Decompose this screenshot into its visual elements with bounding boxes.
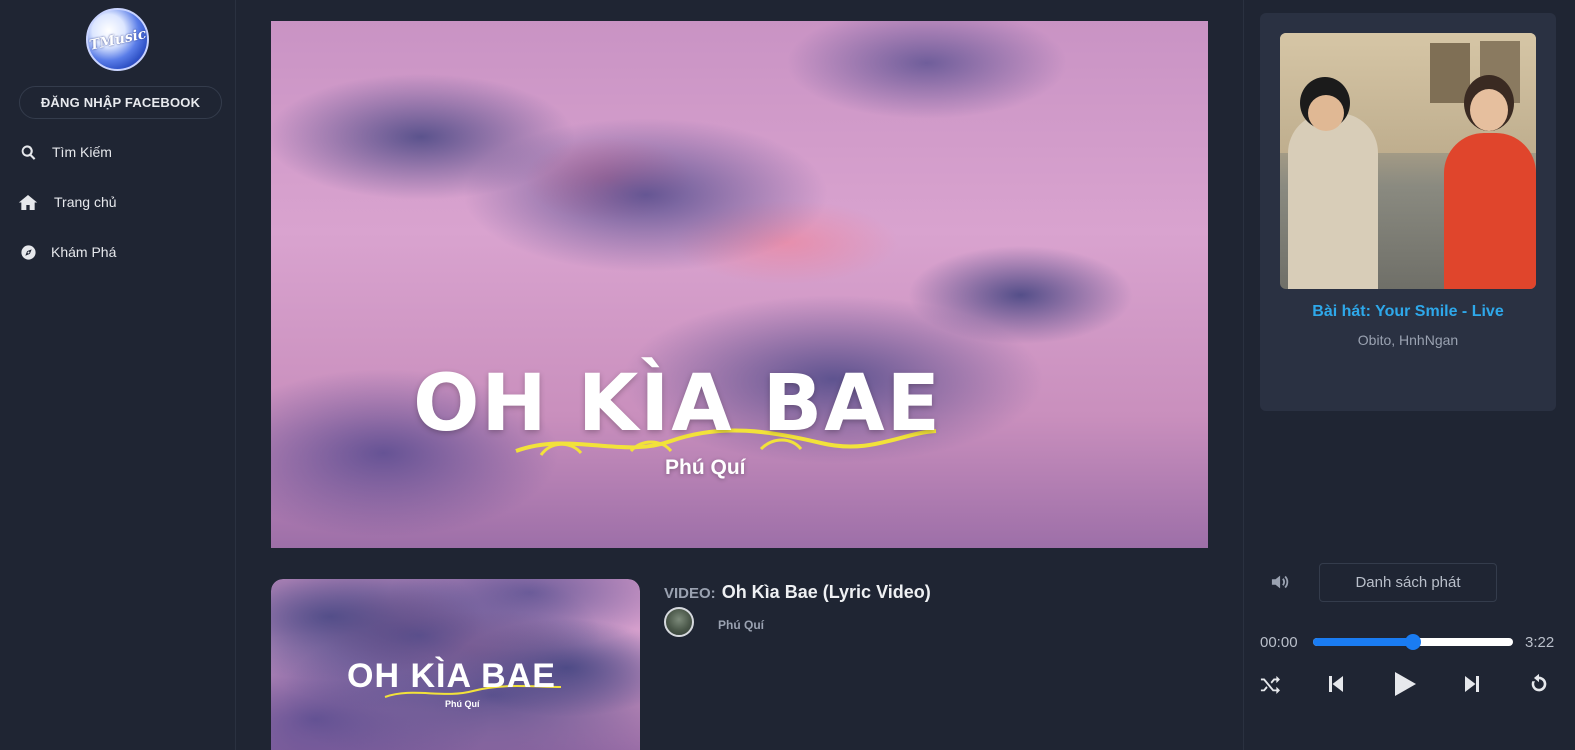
nav-item-home[interactable]: Trang chủ [18, 189, 117, 215]
previous-icon[interactable] [1322, 670, 1350, 698]
thumbnail-title-block: OH KÌA BAE Phú Quí [271, 657, 640, 709]
video-thumbnail[interactable]: OH KÌA BAE Phú Quí [271, 579, 640, 750]
repeat-icon[interactable] [1525, 670, 1553, 698]
video-title[interactable]: VIDEO: Oh Kìa Bae (Lyric Video) [664, 582, 931, 603]
song-title: Bài hát: Your Smile - Live [1312, 303, 1504, 320]
nav-label-explore: Khám Phá [51, 244, 117, 260]
hero-title: OH KÌA BAE [413, 359, 942, 449]
channel-avatar[interactable] [664, 607, 694, 637]
nav-item-explore[interactable]: Khám Phá [18, 239, 116, 265]
app-logo[interactable]: TMusic [86, 8, 149, 71]
compass-icon [18, 242, 38, 262]
video-title-text: Oh Kìa Bae (Lyric Video) [721, 582, 931, 602]
facebook-login-button[interactable]: ĐĂNG NHẬP FACEBOOK [19, 86, 222, 119]
nav-item-search[interactable]: Tìm Kiếm [18, 139, 112, 165]
progress-knob[interactable] [1405, 634, 1421, 650]
current-time: 00:00 [1260, 634, 1298, 651]
sidebar: TMusic ĐĂNG NHẬP FACEBOOK Tìm Kiếm Trang… [0, 0, 236, 750]
video-title-prefix: VIDEO: [664, 585, 716, 602]
playlist-button[interactable]: Danh sách phát [1319, 563, 1497, 602]
video-player[interactable]: OH KÌA BAE Phú Quí [271, 21, 1208, 548]
thumbnail-title: OH KÌA BAE [347, 657, 556, 695]
home-icon [18, 192, 38, 212]
nav-label-home: Trang chủ [54, 194, 117, 210]
app-root: TMusic ĐĂNG NHẬP FACEBOOK Tìm Kiếm Trang… [0, 0, 1575, 750]
nav-label-search: Tìm Kiếm [52, 144, 112, 160]
hero-subtitle: Phú Quí [665, 456, 746, 479]
progress-fill [1313, 638, 1413, 646]
song-artist: Obito, HnhNgan [1357, 332, 1459, 348]
search-icon [18, 142, 38, 162]
volume-icon[interactable] [1270, 572, 1292, 592]
progress-slider[interactable] [1313, 634, 1513, 650]
album-cover [1280, 33, 1536, 289]
hero-title-block: OH KÌA BAE Phú Quí [271, 359, 1208, 479]
thumbnail-subtitle: Phú Quí [445, 699, 480, 709]
channel-name[interactable]: Phú Quí [718, 618, 764, 632]
logo-text: TMusic [87, 25, 148, 54]
shuffle-icon[interactable] [1256, 670, 1284, 698]
play-icon[interactable] [1390, 670, 1420, 698]
total-time: 3:22 [1525, 634, 1555, 651]
next-icon[interactable] [1458, 670, 1486, 698]
